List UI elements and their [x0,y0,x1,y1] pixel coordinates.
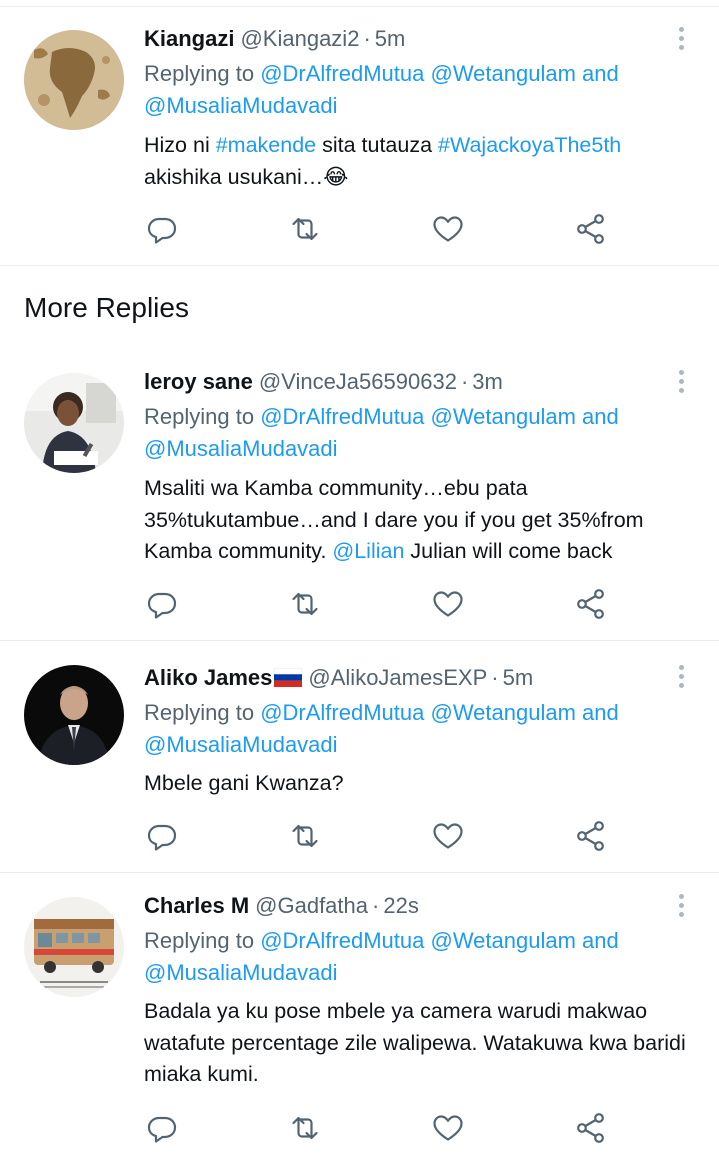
tweet-header: Charles M @Gadfatha · 22s [144,892,419,920]
laughing-emoji: 😂 [323,164,349,189]
retweet-icon[interactable] [285,1108,325,1148]
mention-link[interactable]: @MusaliaMudavadi [144,960,338,985]
tweet-header: Aliko James @AlikoJamesEXP · 5m [144,664,533,692]
replying-to: Replying to @DrAlfredMutua @Wetangulam a… [144,697,704,761]
username[interactable]: @AlikoJamesEXP [308,665,487,690]
divider [0,265,719,266]
reply-icon[interactable] [142,584,182,624]
separator: · [460,369,469,394]
mention-link[interactable]: @Wetangulam [430,404,575,429]
text: akishika usukani… [144,164,324,189]
display-name[interactable]: Kiangazi [144,26,234,51]
mention-link[interactable]: @MusaliaMudavadi [144,436,338,461]
hashtag-link[interactable]: #WajackoyaThe5th [438,133,621,157]
display-name[interactable]: Aliko James [144,665,272,690]
separator: · [491,665,499,690]
username[interactable]: @Kiangazi2 [240,26,359,51]
timestamp[interactable]: 5m [375,26,406,51]
mention-link[interactable]: @MusaliaMudavadi [144,93,338,118]
avatar[interactable] [24,897,124,997]
reply-icon[interactable] [142,1108,182,1148]
more-options-icon[interactable] [670,24,694,52]
action-bar [0,584,719,624]
action-bar [0,816,719,856]
separator: · [372,893,380,918]
share-icon[interactable] [571,816,611,856]
tweet-text: Badala ya ku pose mbele ya camera warudi… [144,999,686,1086]
timestamp[interactable]: 3m [472,369,503,394]
mention-link[interactable]: @Wetangulam [430,928,575,953]
tweet-leroy-sane[interactable]: leroy sane @VinceJa56590632 · 3m Replying t… [0,342,719,642]
like-icon[interactable] [428,584,468,624]
russia-flag-icon [274,668,303,687]
more-replies-heading: More Replies [24,292,189,323]
mention-link[interactable]: @DrAlfredMutua [260,61,424,86]
more-options-icon[interactable] [670,662,694,690]
display-name[interactable]: leroy sane [144,369,253,394]
replying-prefix: Replying to [144,928,261,953]
mention-link[interactable]: @Wetangulam [430,700,575,725]
replying-prefix: Replying to [144,404,261,429]
replying-prefix: Replying to [144,61,261,86]
username[interactable]: @Gadfatha [255,893,368,918]
tweet-text: Mbele gani Kwanza? [144,771,344,795]
tweet-text: Msaliti wa Kamba community…ebu pata 35%t… [144,473,689,568]
more-options-icon[interactable] [670,891,694,919]
reply-icon[interactable] [142,209,182,249]
more-options-icon[interactable] [670,367,694,395]
action-bar [0,1108,719,1148]
like-icon[interactable] [428,816,468,856]
reply-icon[interactable] [142,816,182,856]
username[interactable]: @VinceJa56590632 [259,369,457,394]
hashtag-link[interactable]: #makende [216,133,316,157]
tweet-kiangazi[interactable]: Kiangazi @Kiangazi2 · 5m Replying to @DrAlf… [0,0,719,266]
text: Hizo ni [144,133,216,157]
mention-link[interactable]: @DrAlfredMutua [260,700,424,725]
like-icon[interactable] [428,209,468,249]
mention-link[interactable]: and [576,700,619,725]
separator: · [363,26,371,51]
replying-to: Replying to @DrAlfredMutua @Wetangulam a… [144,401,704,465]
timestamp[interactable]: 5m [503,665,534,690]
mention-link[interactable]: and [576,61,619,86]
avatar[interactable] [24,373,124,473]
avatar[interactable] [24,30,124,130]
tweet-header: leroy sane @VinceJa56590632 · 3m [144,368,503,396]
timestamp[interactable]: 22s [383,893,418,918]
like-icon[interactable] [428,1108,468,1148]
avatar[interactable] [24,665,124,765]
mention-link[interactable]: @MusaliaMudavadi [144,732,338,757]
replying-prefix: Replying to [144,700,261,725]
mention-link[interactable]: @DrAlfredMutua [260,928,424,953]
mention-link[interactable]: @DrAlfredMutua [260,404,424,429]
mention-link[interactable]: and [576,928,619,953]
display-name[interactable]: Charles M [144,893,249,918]
text: Julian will come back [404,539,613,563]
tweet-text: Hizo ni #makende sita tutauza #Wajackoya… [144,130,689,193]
replying-to: Replying to @DrAlfredMutua @Wetangulam a… [144,58,704,122]
mention-link[interactable]: @Lilian [332,539,404,563]
share-icon[interactable] [571,1108,611,1148]
tweet-header: Kiangazi @Kiangazi2 · 5m [144,25,405,53]
retweet-icon[interactable] [285,816,325,856]
share-icon[interactable] [571,584,611,624]
action-bar [0,209,719,249]
tweet-charles-m[interactable]: Charles M @Gadfatha · 22s Replying to @DrAl… [0,873,719,1162]
share-icon[interactable] [571,209,611,249]
retweet-icon[interactable] [285,584,325,624]
text: sita tutauza [316,133,439,157]
replying-to: Replying to @DrAlfredMutua @Wetangulam a… [144,925,704,989]
retweet-icon[interactable] [285,209,325,249]
mention-link[interactable]: and [576,404,619,429]
tweet-aliko-james[interactable]: Aliko James @AlikoJamesEXP · 5m Replying to… [0,640,719,873]
mention-link[interactable]: @Wetangulam [430,61,575,86]
